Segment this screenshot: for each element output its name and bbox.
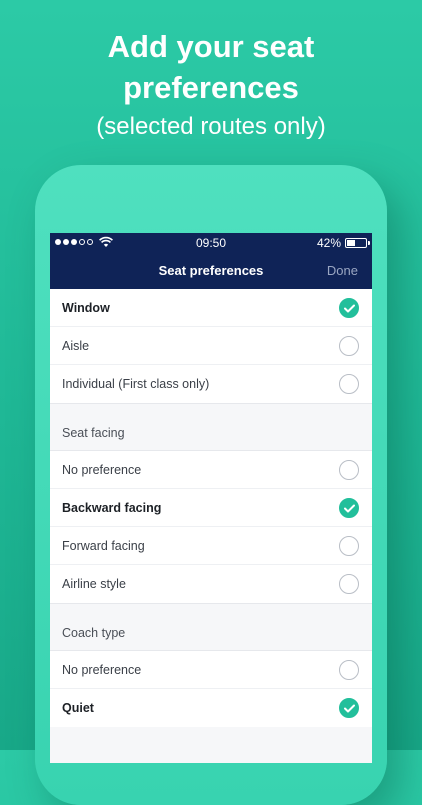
option-quiet[interactable]: Quiet bbox=[50, 689, 372, 727]
option-label: Quiet bbox=[62, 701, 94, 715]
option-label: Airline style bbox=[62, 577, 126, 591]
option-no-preference[interactable]: No preference bbox=[50, 451, 372, 489]
headline-subtitle: (selected routes only) bbox=[96, 113, 326, 140]
option-label: Aisle bbox=[62, 338, 90, 353]
battery-status: 42% bbox=[316, 236, 370, 250]
option-backward-facing[interactable]: Backward facing bbox=[50, 489, 372, 527]
radio-empty-icon[interactable] bbox=[339, 660, 359, 680]
checkmark-icon[interactable] bbox=[339, 698, 359, 718]
radio-empty-icon[interactable] bbox=[339, 336, 359, 356]
headline-line-1: Add your seat bbox=[107, 29, 315, 64]
radio-empty-icon[interactable] bbox=[339, 374, 359, 394]
seat-facing-list: No preference Backward facing Forward fa… bbox=[50, 451, 372, 603]
coach-type-list: No preference Quiet bbox=[50, 651, 372, 727]
headline-line-2: preferences bbox=[123, 70, 299, 105]
option-no-preference[interactable]: No preference bbox=[50, 651, 372, 689]
option-label: Forward facing bbox=[62, 538, 145, 553]
section-title: Coach type bbox=[62, 626, 126, 640]
option-label: No preference bbox=[62, 662, 142, 677]
option-label: Individual (First class only) bbox=[62, 377, 210, 391]
battery-percent: 42% bbox=[316, 236, 341, 250]
done-button[interactable]: Done bbox=[327, 263, 358, 278]
checkmark-icon[interactable] bbox=[339, 498, 359, 518]
section-header-coach-type: Coach type bbox=[50, 603, 372, 651]
battery-icon bbox=[345, 238, 370, 248]
option-individual[interactable]: Individual (First class only) bbox=[50, 365, 372, 403]
status-bar: 09:50 42% bbox=[50, 233, 372, 253]
option-label: No preference bbox=[62, 462, 142, 477]
option-label: Window bbox=[62, 300, 110, 315]
section-header-seat-facing: Seat facing bbox=[50, 403, 372, 451]
checkmark-icon[interactable] bbox=[339, 298, 359, 318]
phone-screen: 09:50 42% Seat preferences Done Window A… bbox=[50, 233, 372, 763]
seat-position-list: Window Aisle Individual (First class onl… bbox=[50, 289, 372, 403]
section-title: Seat facing bbox=[62, 426, 125, 440]
option-window[interactable]: Window bbox=[50, 289, 372, 327]
radio-empty-icon[interactable] bbox=[339, 460, 359, 480]
nav-bar: Seat preferences Done bbox=[50, 253, 372, 289]
headline: Add your seat preferences bbox=[0, 26, 422, 108]
option-airline-style[interactable]: Airline style bbox=[50, 565, 372, 603]
page-title: Seat preferences bbox=[158, 263, 264, 278]
option-aisle[interactable]: Aisle bbox=[50, 327, 372, 365]
radio-empty-icon[interactable] bbox=[339, 574, 359, 594]
option-label: Backward facing bbox=[62, 500, 162, 515]
option-forward-facing[interactable]: Forward facing bbox=[50, 527, 372, 565]
radio-empty-icon[interactable] bbox=[339, 536, 359, 556]
